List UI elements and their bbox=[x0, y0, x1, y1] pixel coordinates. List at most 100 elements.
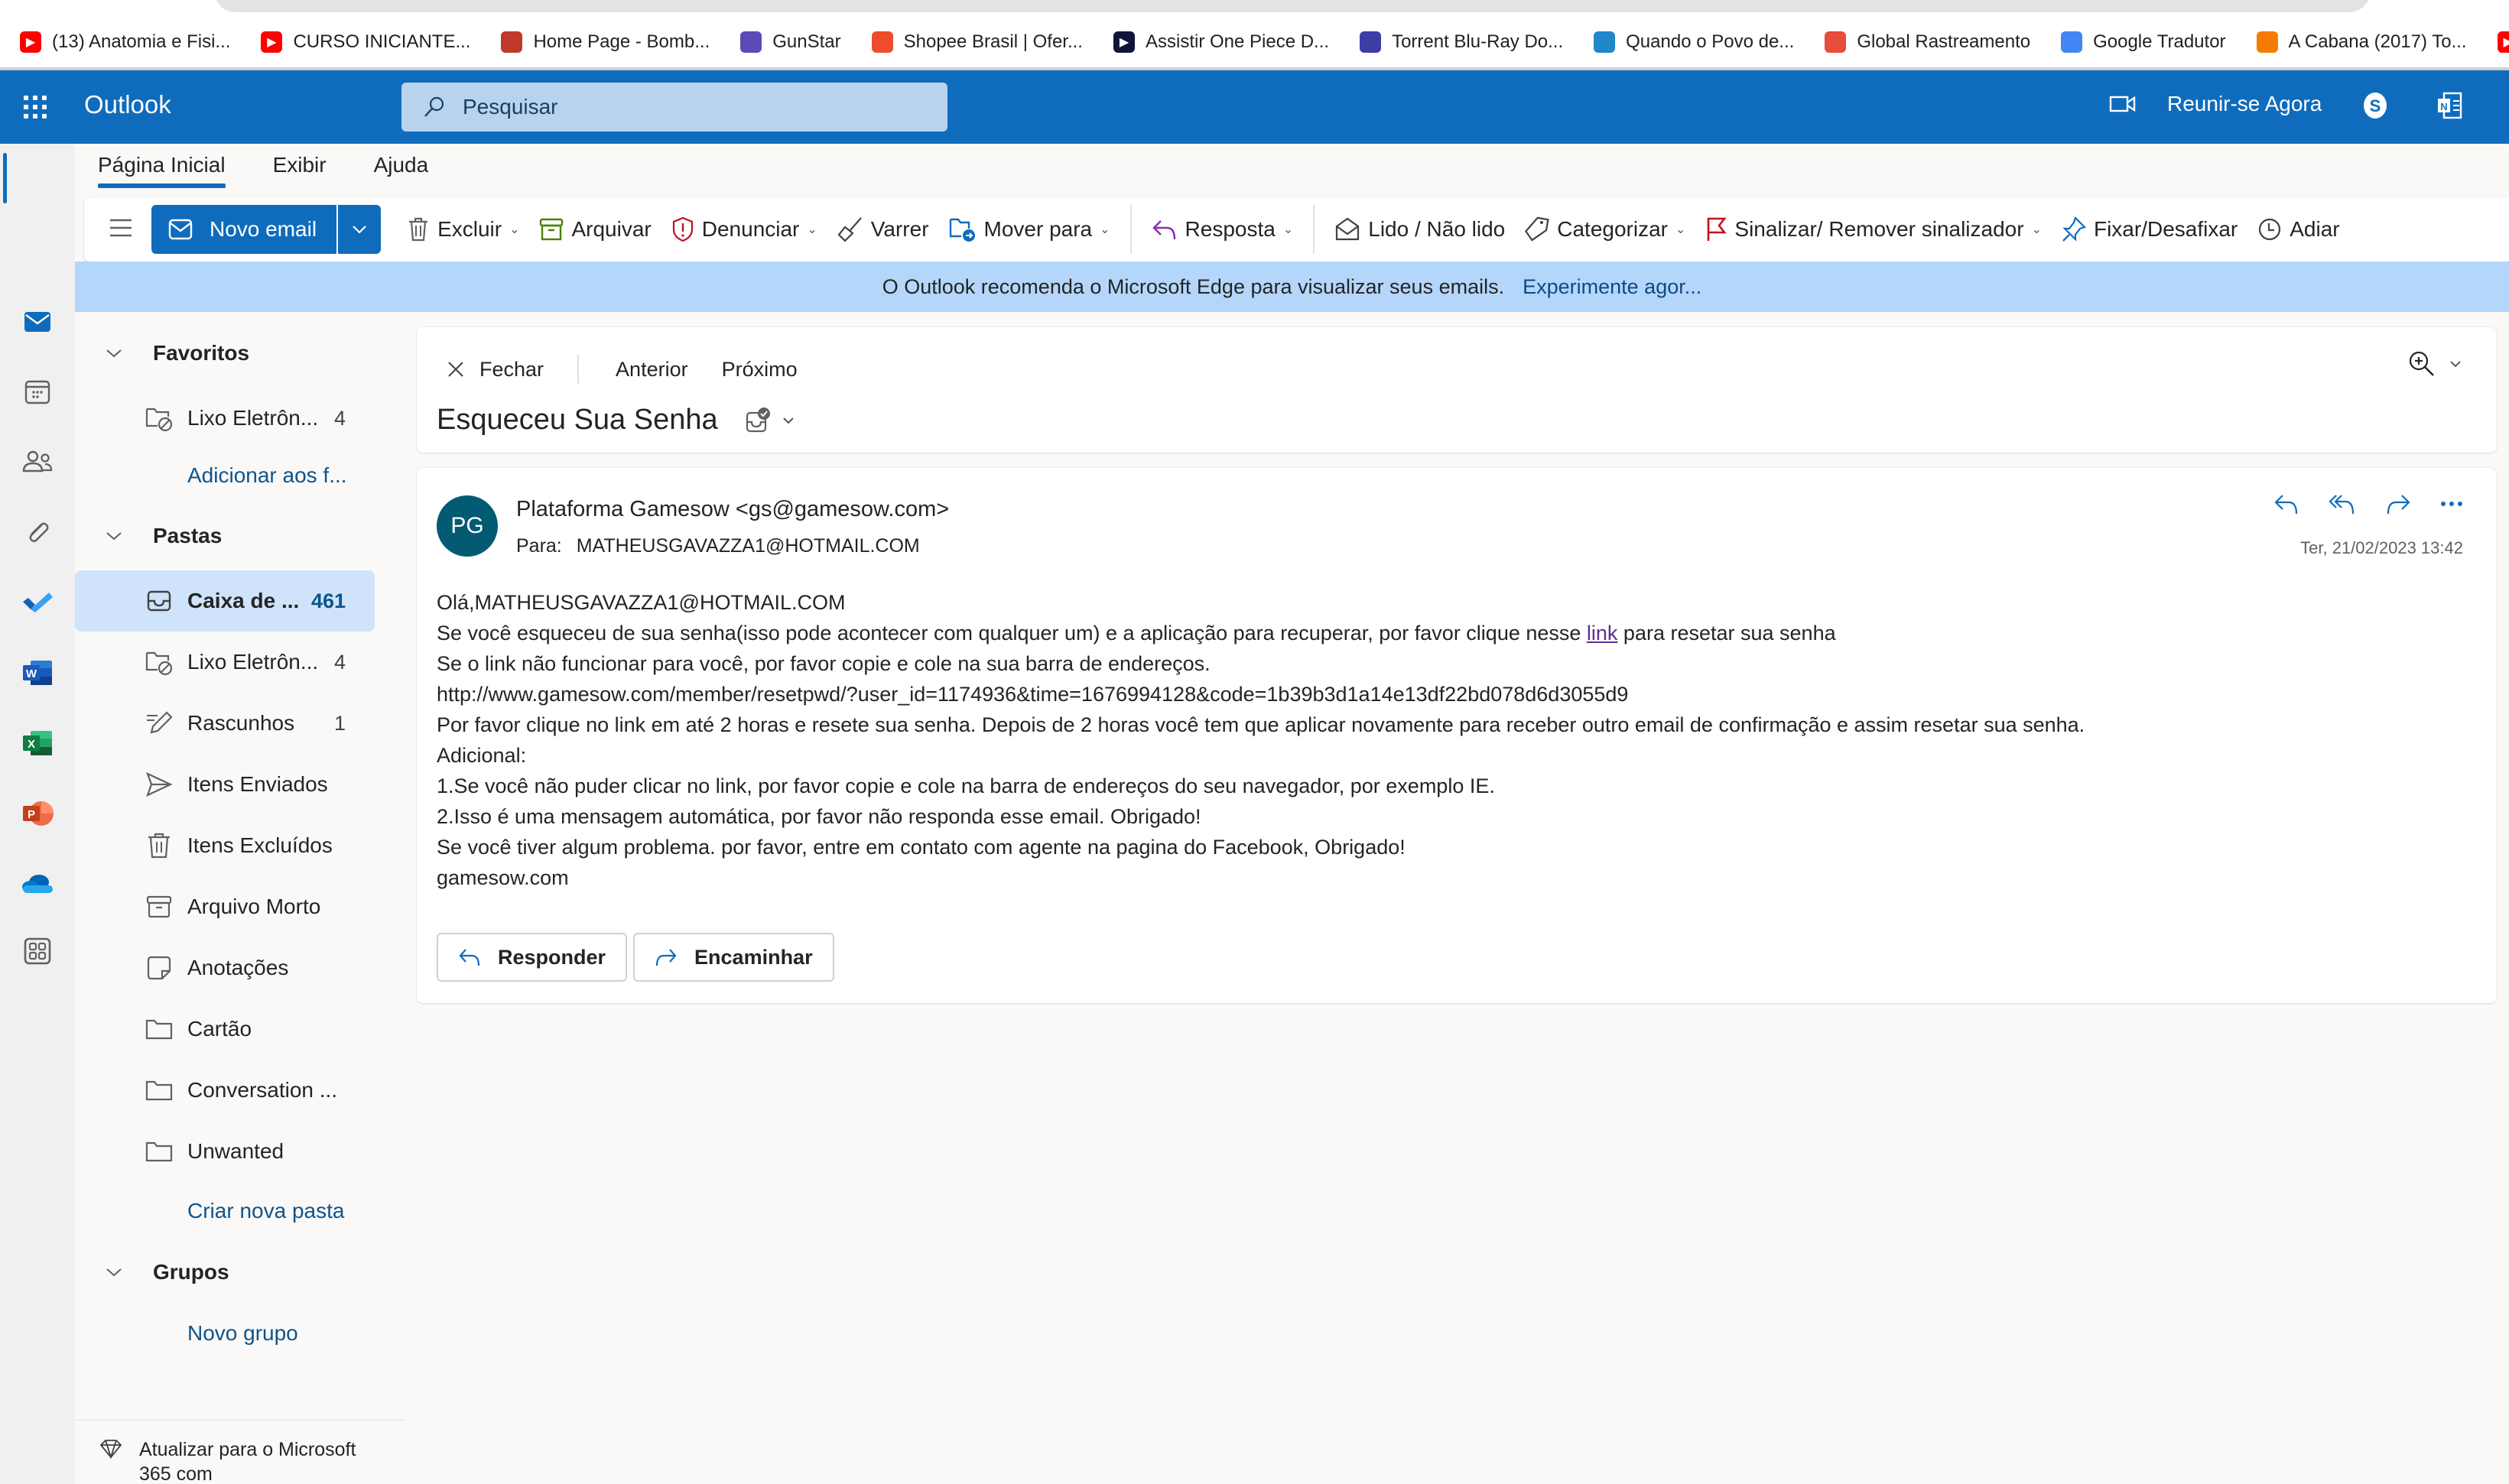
chevron-down-icon[interactable]: ⌄ bbox=[807, 222, 817, 237]
tab-home[interactable]: Página Inicial bbox=[98, 153, 226, 188]
app-launcher-icon[interactable] bbox=[21, 93, 49, 121]
close-button[interactable]: Fechar bbox=[447, 358, 544, 382]
snooze-button[interactable]: Adiar bbox=[2257, 217, 2340, 242]
bookmark-item[interactable]: Shopee Brasil | Ofer... bbox=[871, 31, 1083, 53]
envelope-open-icon bbox=[1336, 217, 1360, 241]
folder-label: Itens Excluídos bbox=[187, 833, 333, 857]
favorite-junk[interactable]: Lixo Eletrôn... 4 bbox=[75, 388, 375, 449]
folder-inbox[interactable]: Caixa de ... 461 bbox=[75, 570, 375, 632]
sender-avatar[interactable]: PG bbox=[437, 495, 498, 557]
skype-button[interactable]: S bbox=[2361, 90, 2389, 125]
reply-all-action[interactable] bbox=[2329, 492, 2356, 515]
folder-drafts[interactable]: Rascunhos 1 bbox=[75, 693, 375, 754]
folder-sent[interactable]: Itens Enviados bbox=[75, 754, 375, 815]
rail-more-apps[interactable] bbox=[0, 921, 75, 982]
bookmark-item[interactable]: Quando o Povo de... bbox=[1594, 31, 1794, 53]
forward-pill-button[interactable]: Encaminhar bbox=[633, 933, 834, 982]
new-mail-button[interactable]: Novo email bbox=[151, 205, 339, 254]
chevron-down-icon[interactable]: ⌄ bbox=[509, 222, 519, 237]
read-unread-button[interactable]: Lido / Não lido bbox=[1334, 217, 1505, 242]
address-bar[interactable] bbox=[214, 0, 2371, 12]
delete-button[interactable]: Excluir ⌄ bbox=[407, 216, 519, 242]
folder-cartao[interactable]: Cartão bbox=[75, 999, 375, 1060]
recipient[interactable]: MATHEUSGAVAZZA1@HOTMAIL.COM bbox=[577, 535, 920, 557]
rail-people[interactable] bbox=[0, 431, 75, 492]
report-button[interactable]: Denunciar ⌄ bbox=[671, 216, 817, 242]
bookmark-item[interactable]: ▶ Assistir One Piece D... bbox=[1113, 31, 1329, 53]
add-to-favorites-link[interactable]: Adicionar aos f... bbox=[187, 463, 347, 488]
reply-pill-button[interactable]: Responder bbox=[437, 933, 628, 982]
bookmark-item[interactable]: ▶ (13) Anatomia e Fisi... bbox=[20, 31, 230, 53]
chevron-down-icon[interactable]: ⌄ bbox=[2032, 222, 2042, 237]
reply-button[interactable]: Resposta ⌄ bbox=[1152, 217, 1293, 242]
bookmark-item[interactable]: ▶ CURSO INICIANTE... bbox=[261, 31, 470, 53]
folders-header[interactable]: Pastas bbox=[106, 524, 222, 548]
bookmark-label: CURSO INICIANTE... bbox=[293, 31, 471, 52]
folder-junk[interactable]: Lixo Eletrôn... 4 bbox=[75, 632, 375, 693]
rail-files[interactable] bbox=[0, 502, 75, 563]
rail-mail[interactable] bbox=[0, 291, 75, 352]
folder-conversation-history[interactable]: Conversation ... bbox=[75, 1060, 375, 1121]
rail-excel[interactable]: X bbox=[0, 713, 75, 774]
bookmark-item[interactable]: Global Rastreamento bbox=[1825, 31, 2030, 53]
tab-help[interactable]: Ajuda bbox=[374, 153, 429, 188]
chevron-down-icon[interactable]: ⌄ bbox=[1675, 222, 1685, 237]
banner-try-link[interactable]: Experimente agor... bbox=[1523, 275, 1701, 299]
bookmark-item[interactable]: Google Tradutor bbox=[2061, 31, 2226, 53]
flag-button[interactable]: Sinalizar/ Remover sinalizador ⌄ bbox=[1705, 216, 2042, 242]
forward-pill-label: Encaminhar bbox=[694, 945, 813, 969]
bookmark-item[interactable]: GunStar bbox=[740, 31, 841, 53]
sweep-button[interactable]: Varrer bbox=[837, 216, 929, 242]
chevron-down-icon[interactable]: ⌄ bbox=[1283, 222, 1293, 237]
move-to-button[interactable]: Mover para ⌄ bbox=[949, 216, 1110, 242]
sender[interactable]: Plataforma Gamesow <gs@gamesow.com> bbox=[516, 497, 949, 522]
forward-action[interactable] bbox=[2385, 492, 2411, 515]
calendar-icon bbox=[24, 380, 50, 404]
more-actions[interactable] bbox=[2440, 501, 2463, 507]
tab-view[interactable]: Exibir bbox=[273, 153, 327, 188]
create-folder-link[interactable]: Criar nova pasta bbox=[187, 1199, 344, 1223]
svg-text:S: S bbox=[2370, 96, 2381, 115]
rail-powerpoint[interactable]: P bbox=[0, 783, 75, 844]
reply-action[interactable] bbox=[2273, 492, 2299, 515]
folder-archive[interactable]: Arquivo Morto bbox=[75, 876, 375, 937]
meet-now-button[interactable]: Reunir-se Agora bbox=[2109, 92, 2322, 116]
zoom-button[interactable] bbox=[2408, 350, 2462, 378]
next-button[interactable]: Próximo bbox=[722, 358, 798, 382]
bookmarks-bar: ▶ (13) Anatomia e Fisi... ▶ CURSO INICIANTE… bbox=[0, 23, 2509, 61]
folder-deleted[interactable]: Itens Excluídos bbox=[75, 815, 375, 876]
rail-todo[interactable] bbox=[0, 572, 75, 633]
chevron-down-icon bbox=[783, 417, 794, 424]
bookmark-label: Home Page - Bomb... bbox=[533, 31, 710, 52]
categorize-button[interactable]: Categorizar ⌄ bbox=[1525, 216, 1685, 242]
folder-label: Cartão bbox=[187, 1017, 252, 1041]
rail-calendar[interactable] bbox=[0, 362, 75, 423]
sensitivity-menu[interactable] bbox=[744, 407, 795, 434]
rail-word[interactable]: W bbox=[0, 642, 75, 703]
bookmark-item[interactable]: Home Page - Bomb... bbox=[501, 31, 710, 53]
groups-header[interactable]: Grupos bbox=[106, 1260, 229, 1284]
bookmark-item[interactable]: Torrent Blu-Ray Do... bbox=[1360, 31, 1563, 53]
onenote-button[interactable]: N bbox=[2436, 92, 2462, 123]
close-label: Fechar bbox=[479, 357, 544, 381]
previous-button[interactable]: Anterior bbox=[616, 358, 688, 382]
upgrade-prompt[interactable]: Atualizar para o Microsoft 365 com bbox=[75, 1419, 404, 1484]
search-input[interactable]: Pesquisar bbox=[401, 83, 947, 132]
pin-icon bbox=[2062, 216, 2086, 242]
rail-onedrive[interactable] bbox=[0, 853, 75, 914]
new-mail-dropdown[interactable] bbox=[338, 205, 381, 254]
bookmark-item[interactable]: A Cabana (2017) To... bbox=[2256, 31, 2467, 53]
folder-unwanted[interactable]: Unwanted bbox=[75, 1121, 375, 1182]
bookmark-item[interactable]: ▶(5) Trig bbox=[2497, 31, 2509, 53]
reset-link[interactable]: link bbox=[1587, 622, 1618, 645]
new-group-link[interactable]: Novo grupo bbox=[187, 1321, 298, 1346]
folder-notes[interactable]: Anotações bbox=[75, 937, 375, 999]
note-icon bbox=[147, 956, 171, 980]
reply-icon bbox=[1152, 220, 1175, 240]
chevron-down-icon[interactable]: ⌄ bbox=[1100, 222, 1110, 237]
archive-button[interactable]: Arquivar bbox=[539, 217, 652, 242]
pin-button[interactable]: Fixar/Desafixar bbox=[2062, 216, 2238, 242]
app-name[interactable]: Outlook bbox=[84, 90, 171, 119]
collapse-pane-button[interactable] bbox=[109, 217, 133, 242]
favorites-header[interactable]: Favoritos bbox=[106, 341, 249, 365]
